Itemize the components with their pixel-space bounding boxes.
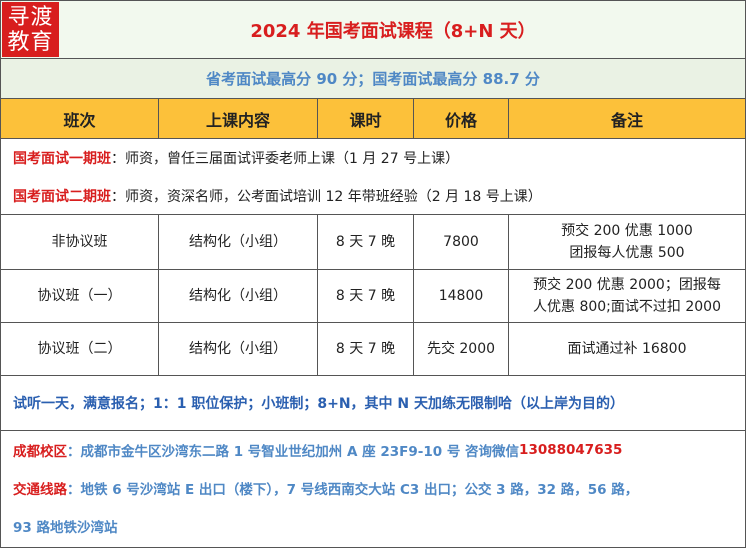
note-line: 预交 200 优惠 1000 — [561, 223, 693, 239]
cell-content: 结构化（小组） — [159, 323, 318, 375]
cell-note: 面试通过补 16800 — [509, 323, 745, 375]
cell-hours: 8 天 7 晚 — [318, 215, 414, 269]
campus-address: ：成都市金牛区沙湾东二路 1 号智业世纪加州 A 座 23F9-10 号 咨询微… — [67, 444, 520, 460]
course-title: 2024 年国考面试课程（8+N 天） — [250, 20, 536, 42]
promo-text: 试听一天，满意报名；1：1 职位保护；小班制；8+N，其中 N 天加练无限制哈（… — [13, 396, 625, 412]
class-intro-item: 国考面试二期班 ：师资，资深名师，公考面试培训 12 年带班经验（2 月 18 号… — [13, 177, 745, 215]
table-header: 班次 上课内容 课时 价格 备注 — [1, 99, 745, 139]
table-row: 非协议班 结构化（小组） 8 天 7 晚 7800 预交 200 优惠 1000… — [1, 215, 745, 270]
cell-note: 预交 200 优惠 1000 团报每人优惠 500 — [509, 215, 745, 269]
transport-line-2: 93 路地铁沙湾站 — [13, 507, 745, 545]
cell-content: 结构化（小组） — [159, 270, 318, 322]
cell-price: 先交 2000 — [414, 323, 509, 375]
header-class: 班次 — [1, 99, 159, 138]
class-name: 国考面试一期班 — [13, 151, 111, 167]
class-intro-item: 国考面试一期班 ：师资，曾任三届面试评委老师上课（1 月 27 号上课） — [13, 139, 745, 177]
class-name: 国考面试二期班 — [13, 189, 111, 205]
logo-line-1: 寻渡 — [7, 4, 54, 30]
wechat-number: 13088047635 — [519, 442, 623, 458]
transport-text-2: 93 路地铁沙湾站 — [13, 520, 118, 536]
class-intro: 国考面试一期班 ：师资，曾任三届面试评委老师上课（1 月 27 号上课） 国考面试… — [1, 139, 745, 215]
cell-hours: 8 天 7 晚 — [318, 270, 414, 322]
note-line: 面试通过补 16800 — [567, 341, 687, 357]
header-notes: 备注 — [610, 110, 643, 130]
cell-price: 14800 — [414, 270, 509, 322]
class-desc: ：师资，曾任三届面试评委老师上课（1 月 27 号上课） — [111, 151, 460, 167]
note-line: 人优惠 800;面试不过扣 2000 — [533, 299, 721, 315]
course-title-row: 2024 年国考面试课程（8+N 天） — [1, 1, 745, 59]
header-price: 价格 — [414, 99, 509, 138]
campus-address-line: 成都校区 ：成都市金牛区沙湾东二路 1 号智业世纪加州 A 座 23F9-10 号… — [13, 431, 745, 469]
cell-class: 非协议班 — [1, 215, 159, 269]
note-line: 团报每人优惠 500 — [569, 245, 685, 261]
logo-line-2: 教育 — [7, 29, 54, 55]
header-content: 上课内容 — [159, 99, 318, 138]
brand-logo: 寻渡 教育 — [2, 2, 59, 57]
note-line: 预交 200 优惠 2000；团报每 — [533, 277, 721, 293]
table-row: 协议班（一） 结构化（小组） 8 天 7 晚 14800 预交 200 优惠 2… — [1, 270, 745, 323]
campus-info: 成都校区 ：成都市金牛区沙湾东二路 1 号智业世纪加州 A 座 23F9-10 号… — [1, 431, 745, 547]
cell-price: 7800 — [414, 215, 509, 269]
class-desc: ：师资，资深名师，公考面试培训 12 年带班经验（2 月 18 号上课） — [111, 189, 542, 205]
transport-text: ：地铁 6 号沙湾站 E 出口（楼下），7 号线西南交大站 C3 出口；公交 3… — [67, 482, 639, 498]
cell-class: 协议班（一） — [1, 270, 159, 322]
table-row: 协议班（二） 结构化（小组） 8 天 7 晚 先交 2000 面试通过补 168… — [1, 323, 745, 376]
cell-class: 协议班（二） — [1, 323, 159, 375]
campus-label: 成都校区 — [13, 444, 67, 460]
cell-content: 结构化（小组） — [159, 215, 318, 269]
promo-banner: 试听一天，满意报名；1：1 职位保护；小班制；8+N，其中 N 天加练无限制哈（… — [1, 376, 745, 431]
transport-line: 交通线路 ：地铁 6 号沙湾站 E 出口（楼下），7 号线西南交大站 C3 出口；… — [13, 469, 745, 507]
cell-note: 预交 200 优惠 2000；团报每 人优惠 800;面试不过扣 2000 — [509, 270, 745, 322]
header-hours: 课时 — [318, 99, 414, 138]
cell-hours: 8 天 7 晚 — [318, 323, 414, 375]
transport-label: 交通线路 — [13, 482, 67, 498]
score-text: 省考面试最高分 90 分；国考面试最高分 88.7 分 — [206, 70, 540, 88]
course-sheet: 2024 年国考面试课程（8+N 天） 寻渡 教育 省考面试最高分 90 分；国… — [0, 0, 746, 548]
score-banner: 省考面试最高分 90 分；国考面试最高分 88.7 分 — [1, 59, 745, 99]
